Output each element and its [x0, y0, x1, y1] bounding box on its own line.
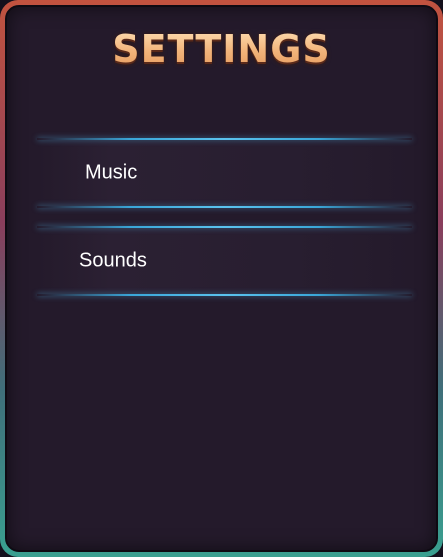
- setting-label-music: Music: [85, 161, 138, 184]
- setting-row-music[interactable]: Music: [37, 138, 412, 208]
- settings-frame: SETTINGS Music Sounds: [0, 0, 443, 557]
- setting-row-sounds[interactable]: Sounds: [37, 226, 412, 296]
- settings-panel: SETTINGS Music Sounds: [5, 5, 438, 552]
- setting-label-sounds: Sounds: [79, 249, 147, 272]
- settings-title: SETTINGS: [7, 27, 436, 71]
